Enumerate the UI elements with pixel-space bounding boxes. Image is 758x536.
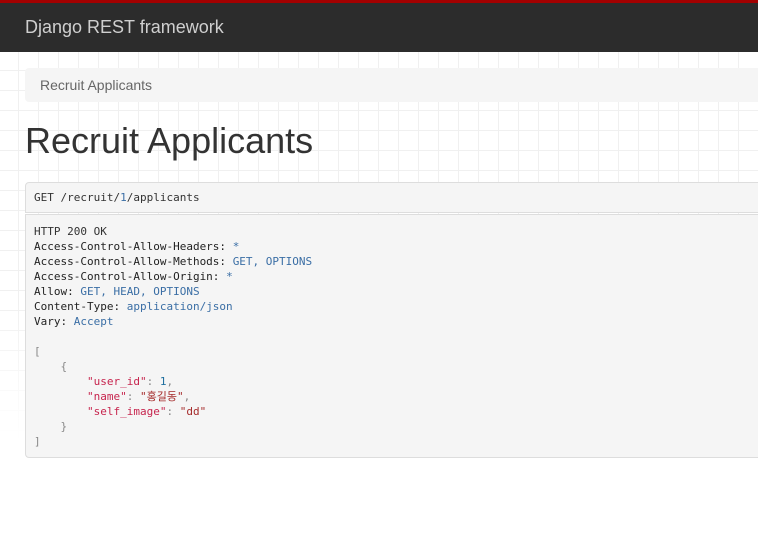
header-line: Content-Type: application/json (34, 299, 756, 314)
header-value: * (232, 240, 240, 253)
header-line: Access-Control-Allow-Origin: * (34, 269, 756, 284)
request-path-suffix: /applicants (126, 191, 200, 204)
page-title: Recruit Applicants (25, 120, 314, 161)
header-value: GET, HEAD, OPTIONS (80, 285, 200, 298)
json-close-bracket: ] (34, 435, 41, 448)
json-key: "user_id" (86, 375, 147, 388)
json-line: } (34, 419, 756, 434)
response-status-line: HTTP 200 OK (34, 224, 756, 239)
header-line: Allow: GET, HEAD, OPTIONS (34, 284, 756, 299)
request-info: GET /recruit/1/applicants (25, 182, 758, 213)
json-value: "홍길동" (139, 390, 184, 403)
brand-link[interactable]: Django REST framework (25, 17, 224, 38)
json-key: "name" (86, 390, 127, 403)
request-path-prefix: /recruit/ (60, 191, 121, 204)
json-line: "self_image": "dd" (86, 405, 207, 418)
header-value: Accept (73, 315, 114, 328)
request-path-id: 1 (120, 191, 127, 204)
response-status: HTTP 200 OK (34, 225, 107, 238)
header-line: Vary: Accept (34, 314, 756, 329)
header-name: Access-Control-Allow-Origin: (34, 270, 220, 283)
json-line: "user_id": 1, (86, 375, 174, 388)
header-name: Access-Control-Allow-Headers: (34, 240, 227, 253)
header-name: Allow: (34, 285, 74, 298)
navbar: Django REST framework (0, 0, 758, 52)
header-line: Access-Control-Allow-Methods: GET, OPTIO… (34, 254, 756, 269)
json-close-brace: } (60, 420, 68, 433)
header-name: Access-Control-Allow-Methods: (34, 255, 227, 268)
header-name: Vary: (34, 315, 68, 328)
json-line: ] (34, 434, 756, 449)
breadcrumb-item-recruit-applicants[interactable]: Recruit Applicants (40, 77, 152, 93)
breadcrumb: Recruit Applicants (25, 68, 758, 102)
header-name: Content-Type: (34, 300, 121, 313)
header-line: Access-Control-Allow-Headers: * (34, 239, 756, 254)
json-line: { (34, 359, 756, 374)
json-key: "self_image" (86, 405, 167, 418)
header-value: * (226, 270, 233, 283)
request-method: GET (34, 191, 54, 204)
json-line: [ (34, 344, 756, 359)
json-value: "dd" (179, 405, 207, 418)
json-line: "name": "홍길동", (86, 390, 191, 403)
header-value: application/json (126, 300, 233, 313)
json-open-bracket: [ (34, 345, 41, 358)
json-open-brace: { (60, 360, 68, 373)
header-value: GET, OPTIONS (232, 255, 313, 268)
response-info: HTTP 200 OK Access-Control-Allow-Headers… (25, 214, 758, 458)
